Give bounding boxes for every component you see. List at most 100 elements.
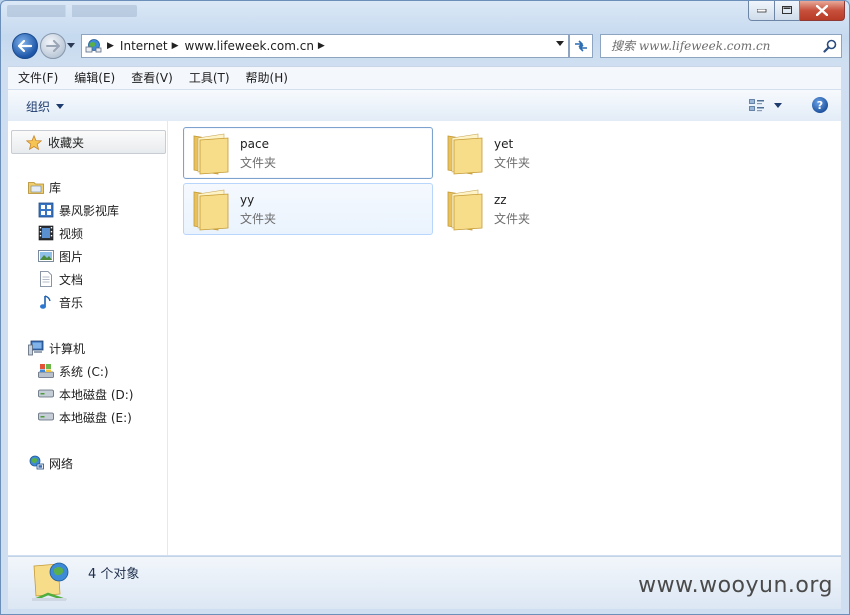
sidebar-item-label: 库 bbox=[49, 180, 62, 195]
sidebar-item-network[interactable]: 网络 bbox=[28, 453, 73, 473]
music-note-icon bbox=[38, 294, 54, 310]
change-view-button[interactable] bbox=[749, 98, 782, 112]
sidebar-item-computer[interactable]: 计算机 bbox=[28, 338, 85, 358]
breadcrumb-internet[interactable]: ▶ Internet bbox=[103, 35, 168, 57]
navigation-pane: 收藏夹 库 暴风影视库 视频 图片 文档 音乐 计算机 系统 (C:) 本地磁盘… bbox=[8, 121, 168, 555]
menu-bar: 文件(F) 编辑(E) 查看(V) 工具(T) 帮助(H) bbox=[8, 66, 841, 89]
folder-icon bbox=[447, 189, 483, 231]
item-count: 4 个对象 bbox=[88, 567, 140, 582]
sidebar-item-baofeng-library[interactable]: 暴风影视库 bbox=[38, 200, 119, 220]
forward-arrow-icon bbox=[46, 40, 60, 52]
menu-tools[interactable]: 工具(T) bbox=[183, 67, 236, 89]
maximize-icon bbox=[781, 6, 792, 14]
recent-pages-dropdown-icon[interactable] bbox=[67, 43, 75, 48]
watermark-text: www.wooyun.org bbox=[638, 573, 833, 598]
menu-help[interactable]: 帮助(H) bbox=[240, 67, 294, 89]
address-history-dropdown-icon[interactable] bbox=[556, 41, 564, 46]
sidebar-item-label: 文档 bbox=[59, 272, 84, 287]
navigation-row: ▶ Internet ▶ www.lifeweek.com.cn ▶ bbox=[1, 30, 849, 62]
folder-name: pace bbox=[240, 137, 269, 151]
picture-icon bbox=[38, 248, 54, 264]
back-button[interactable] bbox=[12, 33, 38, 59]
network-icon bbox=[28, 455, 44, 471]
maximize-button[interactable] bbox=[775, 1, 800, 21]
sidebar-item-label: 本地磁盘 (D:) bbox=[59, 387, 134, 402]
view-options-icon bbox=[749, 99, 764, 112]
breadcrumb-separator-icon[interactable]: ▶ bbox=[168, 41, 185, 51]
folder-type: 文件夹 bbox=[494, 212, 531, 226]
sidebar-item-libraries[interactable]: 库 bbox=[28, 177, 61, 197]
document-icon bbox=[38, 271, 54, 287]
menu-file[interactable]: 文件(F) bbox=[12, 67, 64, 89]
explorer-window: ▶ Internet ▶ www.lifeweek.com.cn ▶ 文件(F)… bbox=[0, 0, 850, 615]
organize-button[interactable]: 组织 bbox=[26, 98, 65, 115]
help-button[interactable]: ? bbox=[812, 97, 828, 113]
chevron-down-icon bbox=[56, 104, 65, 109]
sidebar-item-drive-e[interactable]: 本地磁盘 (E:) bbox=[38, 407, 132, 427]
folder-item[interactable]: zz 文件夹 bbox=[437, 183, 687, 235]
breadcrumb-separator-icon[interactable]: ▶ bbox=[103, 41, 120, 51]
breadcrumb-site[interactable]: ▶ www.lifeweek.com.cn bbox=[168, 35, 314, 57]
organize-label: 组织 bbox=[26, 100, 51, 114]
refresh-button[interactable] bbox=[569, 34, 593, 58]
refresh-icon bbox=[575, 40, 587, 52]
folder-icon bbox=[193, 189, 229, 231]
folder-item[interactable]: pace 文件夹 bbox=[183, 127, 433, 179]
window-controls bbox=[748, 1, 845, 21]
sidebar-item-label: 暴风影视库 bbox=[59, 203, 120, 218]
sidebar-item-documents[interactable]: 文档 bbox=[38, 269, 83, 289]
sidebar-item-drive-c[interactable]: 系统 (C:) bbox=[38, 361, 109, 381]
computer-icon bbox=[28, 340, 44, 356]
title-ghost bbox=[7, 5, 137, 17]
folder-icon bbox=[447, 133, 483, 175]
address-bar[interactable]: ▶ Internet ▶ www.lifeweek.com.cn ▶ bbox=[81, 34, 569, 58]
command-bar: 组织 ? bbox=[8, 89, 841, 122]
sidebar-item-music[interactable]: 音乐 bbox=[38, 292, 83, 312]
folder-name: yy bbox=[240, 193, 255, 207]
sidebar-item-drive-d[interactable]: 本地磁盘 (D:) bbox=[38, 384, 133, 404]
sidebar-item-videos[interactable]: 视频 bbox=[38, 223, 83, 243]
back-arrow-icon bbox=[18, 40, 32, 52]
sidebar-item-label: 计算机 bbox=[49, 341, 86, 356]
details-pane: 4 个对象 www.wooyun.org bbox=[8, 556, 841, 609]
close-icon bbox=[816, 5, 828, 16]
sidebar-item-label: 系统 (C:) bbox=[59, 364, 109, 379]
folder-name: yet bbox=[494, 137, 514, 151]
folder-item[interactable]: yet 文件夹 bbox=[437, 127, 687, 179]
folder-type: 文件夹 bbox=[494, 156, 531, 170]
file-list: pace 文件夹 yet 文件夹 yy 文件夹 zz 文件夹 bbox=[168, 121, 841, 555]
close-button[interactable] bbox=[800, 1, 845, 21]
sidebar-item-label: 收藏夹 bbox=[48, 135, 85, 150]
menu-view[interactable]: 查看(V) bbox=[125, 67, 179, 89]
search-input[interactable] bbox=[609, 38, 823, 54]
minimize-button[interactable] bbox=[748, 1, 775, 21]
minimize-icon bbox=[756, 8, 766, 12]
forward-button[interactable] bbox=[40, 33, 66, 59]
breadcrumb-separator-icon[interactable]: ▶ bbox=[314, 41, 331, 51]
sidebar-item-pictures[interactable]: 图片 bbox=[38, 246, 83, 266]
network-location-icon bbox=[83, 38, 103, 54]
folder-name: zz bbox=[494, 193, 507, 207]
system-drive-icon bbox=[38, 363, 54, 379]
sidebar-item-label: 网络 bbox=[49, 456, 74, 471]
hard-drive-icon bbox=[38, 409, 54, 425]
search-icon[interactable] bbox=[823, 39, 837, 53]
title-bar[interactable] bbox=[1, 1, 849, 29]
folder-type: 文件夹 bbox=[240, 156, 277, 170]
library-icon bbox=[28, 179, 44, 195]
video-icon bbox=[38, 225, 54, 241]
sidebar-item-favorites[interactable]: 收藏夹 bbox=[11, 130, 166, 154]
hard-drive-icon bbox=[38, 386, 54, 402]
menu-edit[interactable]: 编辑(E) bbox=[68, 67, 121, 89]
breadcrumb-label[interactable]: Internet bbox=[120, 39, 168, 53]
breadcrumb-tail[interactable]: ▶ bbox=[314, 35, 331, 57]
breadcrumb-label[interactable]: www.lifeweek.com.cn bbox=[185, 39, 314, 53]
sidebar-item-label: 图片 bbox=[59, 249, 84, 264]
sidebar-item-label: 视频 bbox=[59, 226, 84, 241]
sidebar-item-label: 本地磁盘 (E:) bbox=[59, 410, 132, 425]
network-folder-icon bbox=[32, 562, 69, 602]
folder-item[interactable]: yy 文件夹 bbox=[183, 183, 433, 235]
folder-icon bbox=[193, 133, 229, 175]
search-box[interactable] bbox=[600, 34, 842, 58]
chevron-down-icon[interactable] bbox=[774, 102, 782, 108]
